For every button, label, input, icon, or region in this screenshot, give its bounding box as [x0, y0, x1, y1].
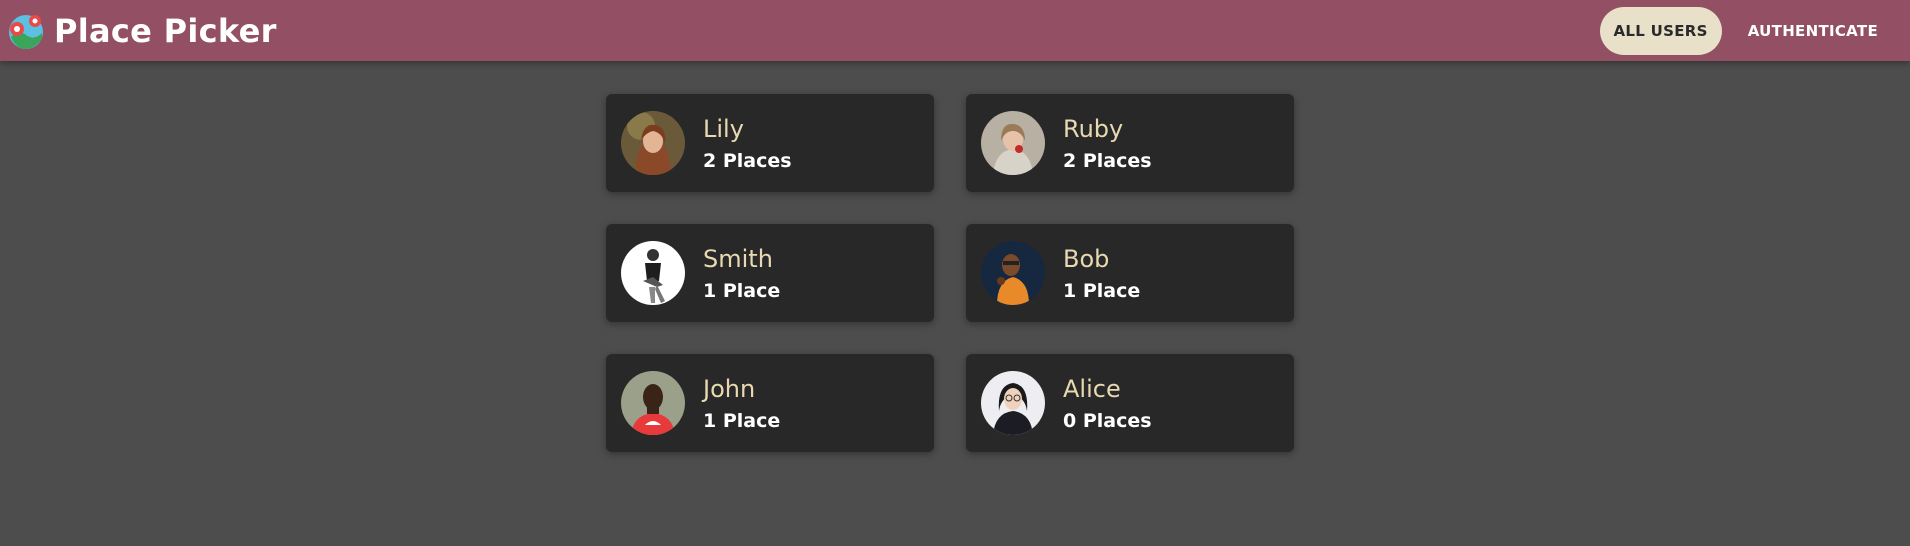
user-info: Lily 2 Places	[703, 114, 792, 172]
main-nav: ALL USERS AUTHENTICATE	[1599, 6, 1893, 55]
user-card-bob[interactable]: Bob 1 Place	[966, 224, 1294, 322]
user-card-smith[interactable]: Smith 1 Place	[606, 224, 934, 322]
place-count: 1 Place	[703, 410, 781, 432]
avatar	[621, 111, 685, 175]
user-name: Ruby	[1063, 115, 1124, 143]
user-card-lily[interactable]: Lily 2 Places	[606, 94, 934, 192]
nav-all-users[interactable]: ALL USERS	[1599, 6, 1722, 55]
avatar	[621, 241, 685, 305]
user-name: Smith	[703, 245, 773, 273]
nav-authenticate[interactable]: AUTHENTICATE	[1734, 7, 1892, 55]
users-list: Lily 2 Places Ruby 2 Places Smith 1 Plac…	[606, 94, 1294, 452]
globe-pin-icon	[9, 14, 43, 49]
user-card-ruby[interactable]: Ruby 2 Places	[966, 94, 1294, 192]
user-name: Bob	[1063, 245, 1110, 273]
user-info: Bob 1 Place	[1063, 244, 1140, 302]
place-count: 2 Places	[703, 150, 792, 172]
user-info: Ruby 2 Places	[1063, 114, 1152, 172]
avatar	[981, 111, 1045, 175]
user-card-alice[interactable]: Alice 0 Places	[966, 354, 1294, 452]
user-name: Alice	[1063, 375, 1121, 403]
avatar	[981, 371, 1045, 435]
place-count: 0 Places	[1063, 410, 1152, 432]
avatar	[981, 241, 1045, 305]
user-name: John	[703, 375, 756, 403]
user-info: Smith 1 Place	[703, 244, 780, 302]
avatar	[621, 371, 685, 435]
app-header: Place Picker ALL USERS AUTHENTICATE	[0, 0, 1910, 61]
place-count: 1 Place	[1063, 280, 1141, 302]
brand[interactable]: Place Picker	[6, 11, 277, 51]
user-info: Alice 0 Places	[1063, 374, 1152, 432]
user-name: Lily	[703, 115, 744, 143]
user-card-john[interactable]: John 1 Place	[606, 354, 934, 452]
app-title: Place Picker	[54, 11, 277, 50]
place-count: 1 Place	[703, 280, 781, 302]
place-count: 2 Places	[1063, 150, 1152, 172]
user-info: John 1 Place	[703, 374, 780, 432]
